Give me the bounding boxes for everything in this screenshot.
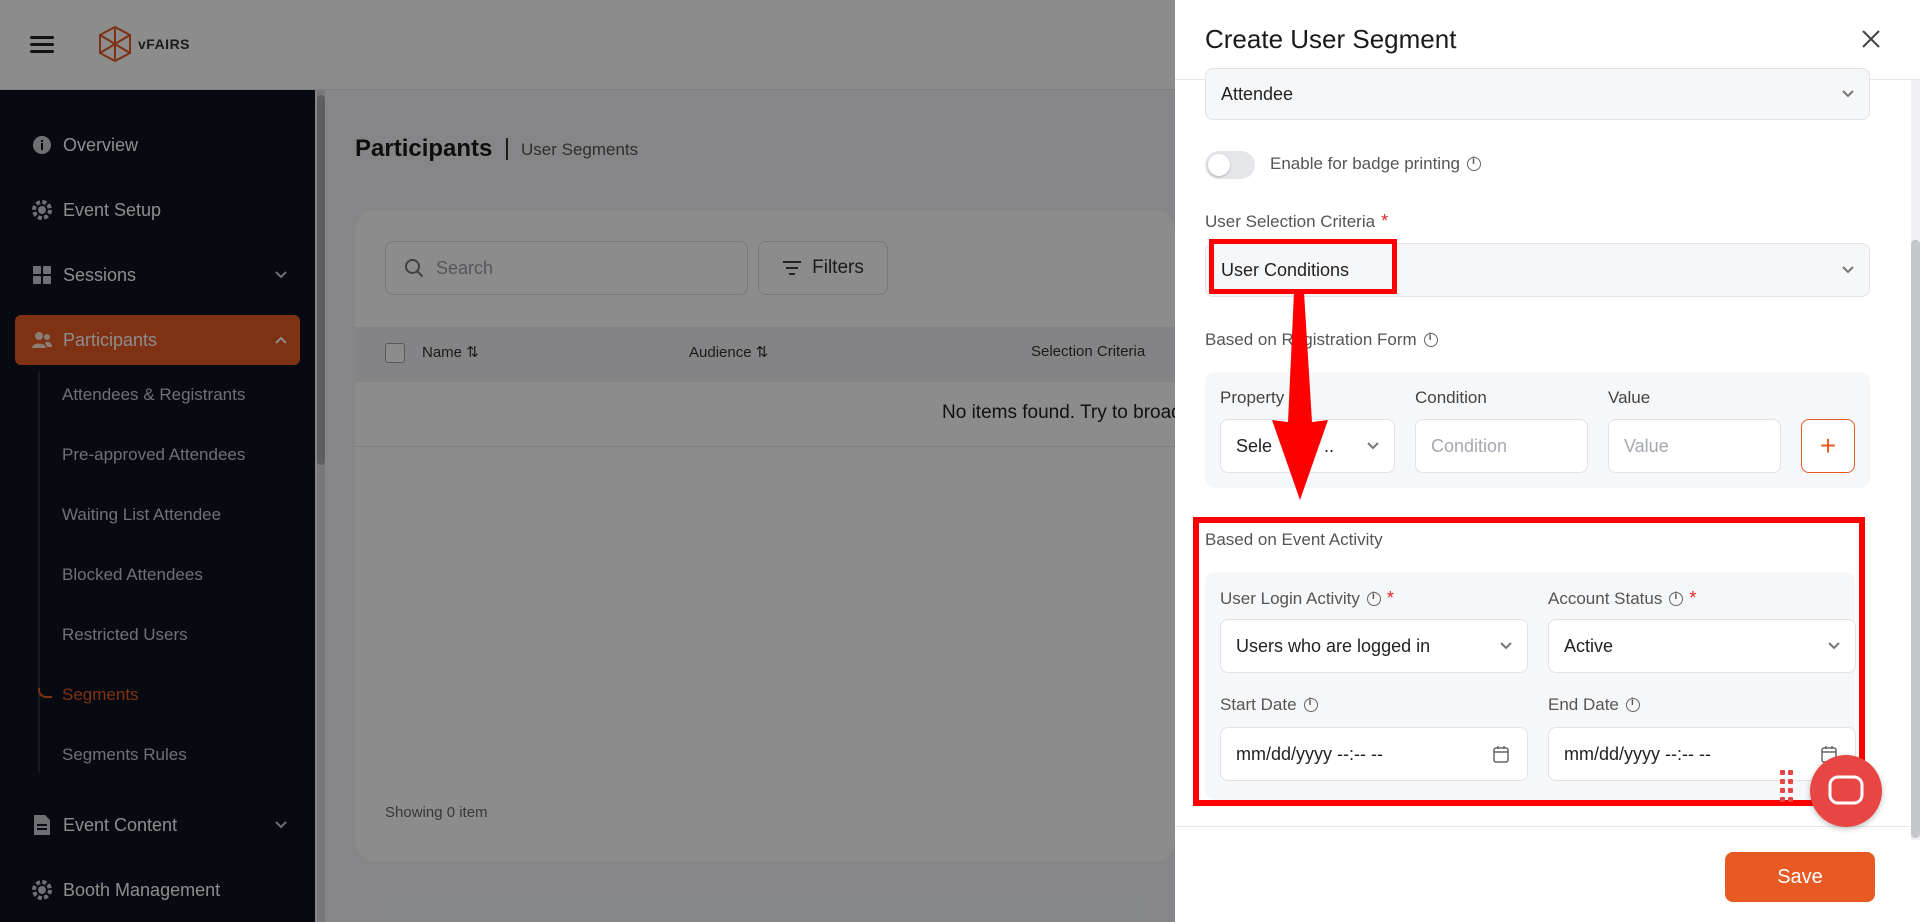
annotation-box-criteria — [1209, 239, 1397, 294]
audience-value: Attendee — [1221, 83, 1294, 104]
badge-printing-label: Enable for badge printing — [1270, 154, 1481, 174]
info-icon[interactable] — [1466, 156, 1481, 171]
toggle-knob — [1208, 154, 1230, 176]
add-condition-button[interactable]: + — [1801, 419, 1855, 473]
value-input[interactable]: Value — [1608, 419, 1781, 473]
annotation-box-event-activity — [1193, 517, 1865, 806]
chat-widget-button[interactable] — [1810, 755, 1882, 827]
chevron-down-icon — [1367, 442, 1379, 450]
required-marker: * — [1381, 211, 1389, 231]
condition-label: Condition — [1415, 388, 1487, 407]
condition-input[interactable]: Condition — [1415, 419, 1588, 473]
close-icon[interactable] — [1860, 28, 1882, 50]
info-icon[interactable] — [1423, 332, 1438, 347]
chevron-down-icon — [1842, 266, 1854, 274]
chat-icon — [1828, 775, 1864, 805]
condition-placeholder: Condition — [1431, 435, 1508, 456]
chevron-down-icon — [1842, 90, 1854, 98]
badge-printing-toggle[interactable] — [1205, 151, 1255, 179]
value-placeholder: Value — [1624, 435, 1669, 456]
plus-icon: + — [1819, 430, 1837, 461]
chat-drag-handle-icon[interactable] — [1780, 770, 1796, 810]
annotation-arrow-icon — [1272, 292, 1328, 500]
drawer-scrollbar-thumb[interactable] — [1911, 240, 1920, 838]
criteria-label: User Selection Criteria * — [1205, 211, 1389, 231]
drawer-title: Create User Segment — [1205, 24, 1457, 54]
drawer-footer-divider — [1175, 826, 1910, 827]
audience-select[interactable]: Attendee — [1205, 68, 1870, 120]
property-value: Sele — [1236, 435, 1273, 456]
value-label: Value — [1608, 388, 1651, 407]
modal-backdrop[interactable] — [0, 0, 1175, 922]
save-button[interactable]: Save — [1725, 852, 1875, 902]
